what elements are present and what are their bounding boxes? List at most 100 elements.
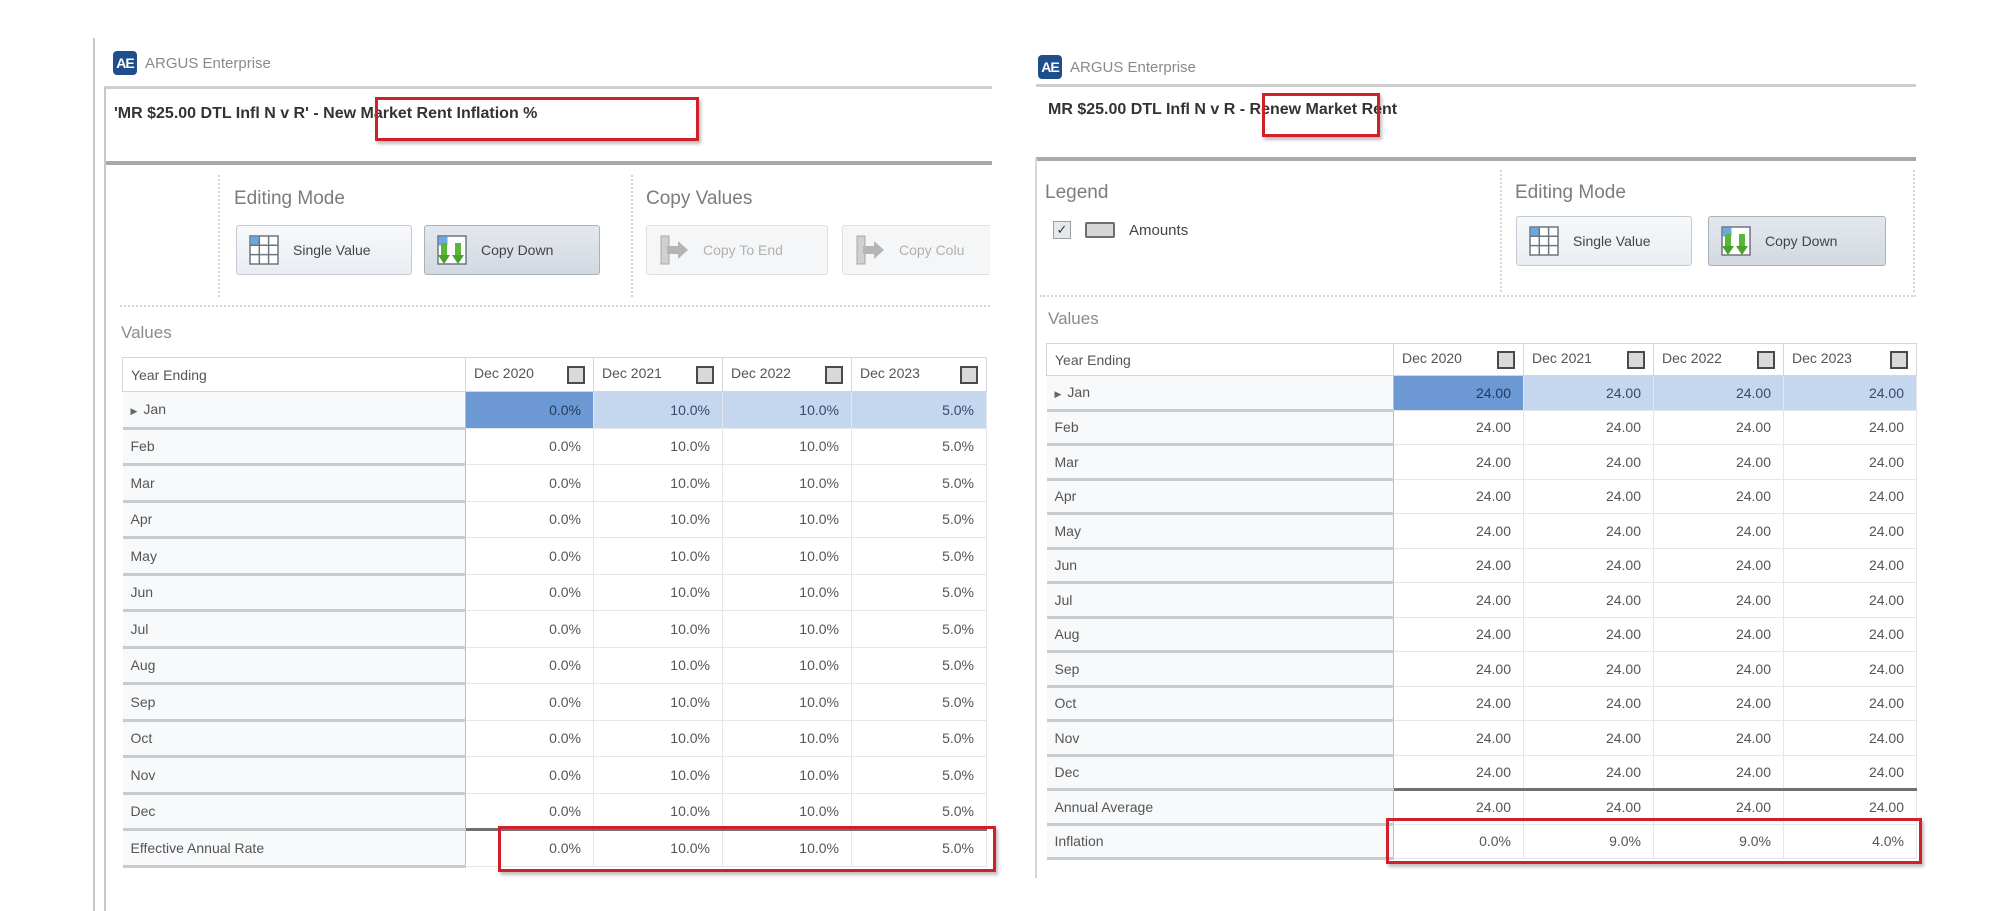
value-cell[interactable]: 5.0% — [851, 756, 987, 794]
table-row[interactable]: Effective Annual Rate 0.0% 10.0% 10.0% 5.0% — [122, 828, 987, 868]
value-cell[interactable]: 24.00 — [1393, 720, 1524, 756]
single-value-button[interactable]: Single Value — [236, 225, 412, 275]
value-cell[interactable]: 0.0% — [465, 793, 594, 830]
value-cell[interactable]: 10.0% — [722, 647, 852, 684]
value-cell[interactable]: 24.00 — [1653, 479, 1784, 514]
value-cell[interactable]: 5.0% — [851, 793, 987, 830]
value-cell[interactable]: 0.0% — [465, 537, 594, 575]
table-row[interactable]: Jun 0.0% 10.0% 10.0% 5.0% — [122, 574, 987, 612]
table-row[interactable]: Apr 24.00 24.00 24.00 24.00 — [1046, 479, 1917, 515]
column-checkbox[interactable] — [1890, 351, 1908, 369]
value-cell[interactable]: 24.00 — [1783, 651, 1917, 687]
copy-down-button[interactable]: Copy Down — [1708, 216, 1886, 266]
value-cell[interactable]: 24.00 — [1653, 755, 1784, 790]
value-cell[interactable]: 10.0% — [593, 574, 723, 611]
value-cell[interactable]: 10.0% — [593, 683, 723, 721]
column-header[interactable]: Dec 2022 — [1653, 343, 1784, 376]
value-cell[interactable]: 10.0% — [722, 391, 852, 429]
value-cell[interactable]: 10.0% — [593, 756, 723, 794]
table-row[interactable]: Sep 24.00 24.00 24.00 24.00 — [1046, 651, 1917, 688]
value-cell[interactable]: 0.0% — [465, 647, 594, 684]
copy-column-button[interactable]: Copy Colu — [842, 225, 990, 275]
value-cell[interactable]: 24.00 — [1523, 548, 1654, 583]
value-cell[interactable]: 24.00 — [1783, 410, 1917, 445]
value-cell[interactable]: 10.0% — [722, 610, 852, 648]
value-cell[interactable]: 9.0% — [1523, 824, 1654, 859]
value-cell[interactable]: 24.00 — [1393, 513, 1524, 549]
value-cell[interactable]: 24.00 — [1393, 788, 1524, 825]
value-cell[interactable]: 10.0% — [722, 574, 852, 611]
value-cell[interactable]: 24.00 — [1783, 755, 1917, 790]
table-row[interactable]: Mar 0.0% 10.0% 10.0% 5.0% — [122, 464, 987, 503]
value-cell[interactable]: 10.0% — [593, 428, 723, 465]
column-checkbox[interactable] — [567, 366, 585, 384]
value-cell[interactable]: 10.0% — [722, 537, 852, 575]
value-cell[interactable]: 10.0% — [593, 501, 723, 538]
table-row[interactable]: Jul 24.00 24.00 24.00 24.00 — [1046, 582, 1917, 619]
value-cell[interactable]: 24.00 — [1393, 548, 1524, 583]
value-cell[interactable]: 24.00 — [1523, 617, 1654, 652]
value-cell[interactable]: 0.0% — [465, 610, 594, 648]
table-row[interactable]: Nov 24.00 24.00 24.00 24.00 — [1046, 720, 1917, 757]
value-cell[interactable]: 24.00 — [1783, 548, 1917, 583]
table-row[interactable]: Feb 0.0% 10.0% 10.0% 5.0% — [122, 428, 987, 466]
value-cell[interactable]: 5.0% — [851, 683, 987, 721]
table-row[interactable]: ▶ Jan 24.00 24.00 24.00 24.00 — [1046, 375, 1917, 412]
column-checkbox[interactable] — [1627, 351, 1645, 369]
values-grid[interactable]: Year Ending Dec 2020 Dec 2021 Dec 2022 Dec … — [122, 357, 987, 868]
value-cell[interactable]: 0.0% — [1393, 824, 1524, 859]
value-cell[interactable]: 10.0% — [722, 428, 852, 465]
value-cell[interactable]: 0.0% — [465, 828, 594, 867]
value-cell[interactable]: 24.00 — [1783, 444, 1917, 480]
table-row[interactable]: May 24.00 24.00 24.00 24.00 — [1046, 513, 1917, 550]
column-checkbox[interactable] — [1757, 351, 1775, 369]
table-row[interactable]: May 0.0% 10.0% 10.0% 5.0% — [122, 537, 987, 576]
value-cell[interactable]: 24.00 — [1653, 513, 1784, 549]
value-cell[interactable]: 24.00 — [1783, 582, 1917, 618]
table-row[interactable]: Annual Average 24.00 24.00 24.00 24.00 — [1046, 788, 1917, 826]
value-cell[interactable]: 24.00 — [1653, 720, 1784, 756]
value-cell[interactable]: 24.00 — [1523, 444, 1654, 480]
table-row[interactable]: Aug 0.0% 10.0% 10.0% 5.0% — [122, 647, 987, 685]
copy-down-button[interactable]: Copy Down — [424, 225, 600, 275]
value-cell[interactable]: 24.00 — [1393, 651, 1524, 687]
value-cell[interactable]: 5.0% — [851, 828, 987, 867]
value-cell[interactable]: 10.0% — [722, 828, 852, 867]
value-cell[interactable]: 24.00 — [1783, 513, 1917, 549]
value-cell[interactable]: 24.00 — [1523, 686, 1654, 721]
table-row[interactable]: Apr 0.0% 10.0% 10.0% 5.0% — [122, 501, 987, 539]
values-grid[interactable]: Year Ending Dec 2020 Dec 2021 Dec 2022 Dec … — [1046, 343, 1917, 860]
value-cell[interactable]: 5.0% — [851, 647, 987, 684]
value-cell[interactable]: 24.00 — [1523, 651, 1654, 687]
value-cell[interactable]: 10.0% — [593, 647, 723, 684]
value-cell[interactable]: 24.00 — [1523, 410, 1654, 445]
column-header[interactable]: Dec 2021 — [593, 357, 723, 392]
value-cell[interactable]: 5.0% — [851, 537, 987, 575]
value-cell[interactable]: 24.00 — [1653, 410, 1784, 445]
value-cell[interactable]: 24.00 — [1653, 686, 1784, 721]
value-cell[interactable]: 5.0% — [851, 720, 987, 757]
column-header[interactable]: Dec 2020 — [465, 357, 594, 392]
table-row[interactable]: Mar 24.00 24.00 24.00 24.00 — [1046, 444, 1917, 481]
value-cell[interactable]: 5.0% — [851, 391, 987, 429]
value-cell[interactable]: 10.0% — [722, 501, 852, 538]
value-cell[interactable]: 10.0% — [593, 537, 723, 575]
value-cell[interactable]: 24.00 — [1393, 444, 1524, 480]
column-header[interactable]: Dec 2021 — [1523, 343, 1654, 376]
table-row[interactable]: ▶ Jan 0.0% 10.0% 10.0% 5.0% — [122, 391, 987, 430]
column-checkbox[interactable] — [825, 366, 843, 384]
table-row[interactable]: Nov 0.0% 10.0% 10.0% 5.0% — [122, 756, 987, 795]
value-cell[interactable]: 0.0% — [465, 464, 594, 502]
value-cell[interactable]: 24.00 — [1783, 720, 1917, 756]
table-row[interactable]: Dec 0.0% 10.0% 10.0% 5.0% — [122, 793, 987, 831]
value-cell[interactable]: 0.0% — [465, 391, 594, 429]
table-row[interactable]: Inflation 0.0% 9.0% 9.0% 4.0% — [1046, 824, 1917, 860]
value-cell[interactable]: 24.00 — [1393, 479, 1524, 514]
value-cell[interactable]: 24.00 — [1653, 444, 1784, 480]
value-cell[interactable]: 10.0% — [593, 828, 723, 867]
column-checkbox[interactable] — [696, 366, 714, 384]
column-header[interactable]: Dec 2020 — [1393, 343, 1524, 376]
value-cell[interactable]: 24.00 — [1523, 755, 1654, 790]
value-cell[interactable]: 24.00 — [1393, 755, 1524, 790]
value-cell[interactable]: 0.0% — [465, 428, 594, 465]
